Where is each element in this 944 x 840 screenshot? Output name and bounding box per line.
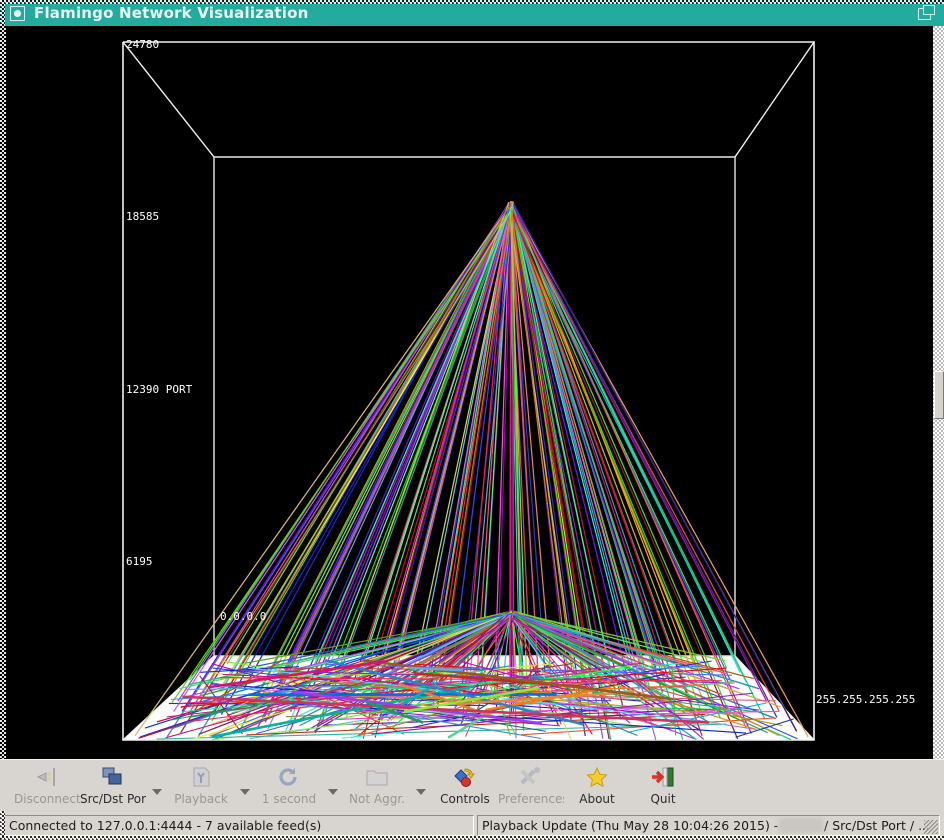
playback-status-prefix: Playback Update (Thu May 28 10:04:26 201… (482, 818, 779, 833)
folder-aggregate-icon (364, 764, 390, 790)
axis-label-upper-mid: 18585 (126, 210, 160, 223)
chevron-down-icon (416, 789, 426, 795)
axis-label-max: 24780 (126, 38, 160, 51)
vertical-scrollbar[interactable] (932, 26, 944, 759)
window-resize-grip[interactable] (924, 820, 938, 834)
connection-status-text: Connected to 127.0.0.1:4444 - 7 availabl… (9, 818, 322, 833)
playback-status-pane: Playback Update (Thu May 28 10:04:26 201… (477, 815, 940, 836)
title-bar[interactable]: Flamingo Network Visualization (0, 0, 944, 26)
restore-window-icon[interactable] (918, 5, 935, 21)
playback-status-obscured-ip: 0.0.0.0 (779, 818, 824, 833)
disconnect-plug-icon (34, 764, 60, 790)
toolbar-button-not-aggr[interactable]: Not Aggr. (344, 760, 410, 810)
main-toolbar[interactable]: Disconnect Src/Dst Port Playback 1 second No… (0, 759, 944, 811)
star-about-icon (584, 764, 610, 790)
toolbar-button-label: Controls (440, 792, 490, 806)
window-border-left (0, 26, 6, 759)
toolbar-button-1-second[interactable]: 1 second (256, 760, 322, 810)
toolbar-button-disconnect[interactable]: Disconnect (14, 760, 80, 810)
toolbar-button-label: Src/Dst Port (80, 792, 146, 806)
toolbar-dropdown-1-second[interactable] (322, 760, 344, 810)
toolbar-dropdown-not-aggr[interactable] (410, 760, 432, 810)
toolbar-button-label: Disconnect (14, 792, 80, 806)
toolbar-button-about[interactable]: About (564, 760, 630, 810)
toolbar-button-src-dst-port[interactable]: Src/Dst Port (80, 760, 146, 810)
window-border-hatch-bottom (0, 836, 944, 840)
toolbar-button-quit[interactable]: Quit (630, 760, 696, 810)
scrollbar-thumb[interactable] (934, 371, 944, 419)
preferences-tools-icon (518, 764, 544, 790)
refresh-interval-icon (276, 764, 302, 790)
toolbar-button-playback[interactable]: Playback (168, 760, 234, 810)
toolbar-button-label: 1 second (261, 792, 317, 806)
axis-label-max-ip: 255.255.255.255 (816, 693, 916, 706)
toolbar-button-label: Playback (174, 792, 228, 806)
window-dot-icon (10, 6, 25, 21)
toolbar-dropdown-src-dst-port[interactable] (146, 760, 168, 810)
visualization-viewport[interactable]: 24780 18585 12390 PORT 6195 0.0.0.0 255.… (0, 26, 944, 759)
controls-icon (452, 764, 478, 790)
toolbar-button-preferences[interactable]: Preferences (498, 760, 564, 810)
axis-label-port: 12390 PORT (126, 383, 193, 396)
toolbar-button-controls[interactable]: Controls (432, 760, 498, 810)
window-border-hatch-left (0, 0, 5, 26)
src-dst-port-icon (100, 764, 126, 790)
playback-file-icon (188, 764, 214, 790)
toolbar-button-label: Preferences (498, 792, 564, 806)
window-title: Flamingo Network Visualization (34, 4, 309, 22)
axis-label-lower-mid: 6195 (126, 555, 153, 568)
playback-status-suffix: / Src/Dst Port / ... (824, 818, 930, 833)
toolbar-button-label: About (579, 792, 615, 806)
toolbar-button-label: Not Aggr. (349, 792, 405, 806)
chevron-down-icon (240, 789, 250, 795)
axis-label-origin-ip: 0.0.0.0 (220, 610, 267, 623)
toolbar-dropdown-playback[interactable] (234, 760, 256, 810)
chevron-down-icon (328, 789, 338, 795)
exit-door-icon (650, 764, 676, 790)
chevron-down-icon (152, 789, 162, 795)
connection-status-pane: Connected to 127.0.0.1:4444 - 7 availabl… (4, 815, 474, 836)
toolbar-button-label: Quit (650, 792, 676, 806)
flamingo-app-window: Flamingo Network Visualization 24780 185… (0, 0, 944, 840)
